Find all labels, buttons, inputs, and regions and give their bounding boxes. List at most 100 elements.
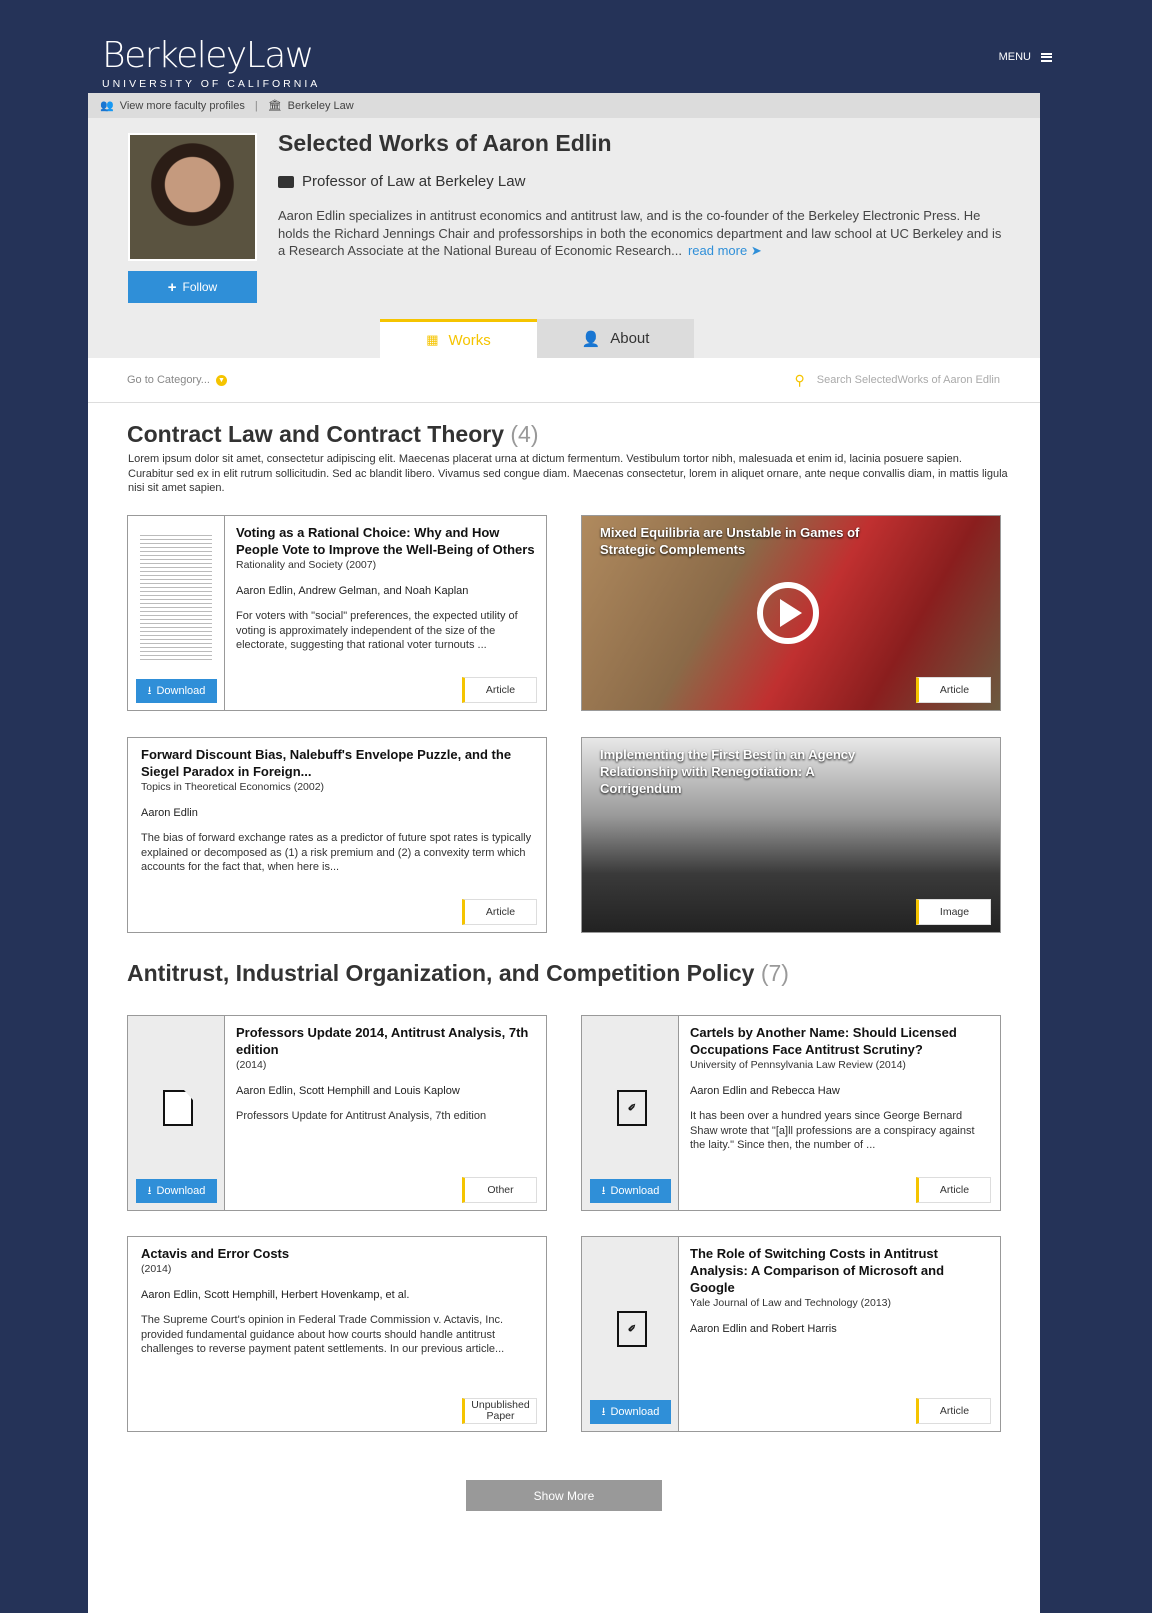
chevron-down-icon: ▼ [215,374,227,386]
work-description: The Supreme Court's opinion in Federal T… [141,1314,505,1355]
work-venue: Rationality and Society (2007) [236,559,377,571]
work-details: The Role of Switching Costs in Antitrust… [690,1245,990,1335]
tab-about[interactable]: 👤 About [537,319,694,358]
section-description: Lorem ipsum dolor sit amet, consectetur … [128,453,1008,494]
download-button[interactable]: ⭳ Download [590,1179,671,1203]
file-icon [163,1090,193,1126]
section-count: (4) [510,421,539,447]
work-card[interactable]: ⭳ Download Voting as a Rational Choice: Wh… [127,515,547,711]
arrow-right-icon: ➤ [750,243,762,258]
work-type-badge[interactable]: Article [916,677,991,703]
briefcase-icon [278,175,294,188]
work-authors: Aaron Edlin and Rebecca Haw [690,1085,840,1097]
work-authors: Aaron Edlin, Scott Hemphill and Louis Ka… [236,1085,460,1097]
work-title[interactable]: Implementing the First Best in an Agency… [600,746,880,797]
work-type-badge[interactable]: Article [916,1398,991,1424]
work-details: Cartels by Another Name: Should Licensed… [690,1024,990,1153]
download-label: Download [156,685,206,697]
download-button[interactable]: ⭳ Download [590,1400,671,1424]
work-card[interactable]: Implementing the First Best in an Agency… [581,737,1001,933]
institution-icon: 🏛 [267,100,282,112]
play-icon[interactable] [757,582,819,644]
work-card[interactable]: Forward Discount Bias, Nalebuff's Envelo… [127,737,547,933]
category-label: Go to Category... [127,374,210,386]
download-button[interactable]: ⭳ Download [136,679,217,703]
menu-button[interactable]: MENU [999,51,1052,63]
download-label: Download [610,1185,660,1197]
users-icon: 👥 [100,100,114,112]
section-title-text: Contract Law and Contract Theory [127,421,504,447]
search-icon: ⚲ [794,371,805,388]
follow-button[interactable]: + Follow [128,271,257,303]
bio-text: Aaron Edlin specializes in antitrust eco… [278,208,1002,258]
work-description: Professors Update for Antitrust Analysis… [236,1110,487,1122]
faculty-profiles-link[interactable]: View more faculty profiles [120,100,245,112]
work-thumbnail: ✐ ⭳ Download [582,1237,679,1431]
work-type-badge[interactable]: Article [462,677,537,703]
download-icon: ⭳ [601,1184,606,1197]
work-title[interactable]: The Role of Switching Costs in Antitrust… [690,1245,990,1296]
work-thumbnail: ⭳ Download [128,516,225,710]
work-type-badge[interactable]: Other [462,1177,537,1203]
work-description: The bias of forward exchange rates as a … [141,832,532,873]
work-description: It has been over a hundred years since G… [690,1110,975,1151]
section-title-text: Antitrust, Industrial Organization, and … [127,960,755,986]
pdf-file-icon: ✐ [617,1090,647,1126]
work-title[interactable]: Professors Update 2014, Antitrust Analys… [236,1024,536,1058]
user-icon: 👤 [581,330,601,348]
work-authors: Aaron Edlin and Robert Harris [690,1323,837,1335]
breadcrumb: 👥 View more faculty profiles | 🏛 Berkele… [88,93,1040,118]
work-card[interactable]: Actavis and Error Costs (2014) Aaron Edlin… [127,1236,547,1432]
plus-icon: + [167,278,177,296]
work-type-badge[interactable]: Article [916,1177,991,1203]
read-more-label: read more [687,243,748,258]
download-button[interactable]: ⭳ Download [136,1179,217,1203]
top-bar: BerkeleyLaw UNIVERSITY OF CALIFORNIA MEN… [0,0,1152,93]
work-title[interactable]: Forward Discount Bias, Nalebuff's Envelo… [141,746,536,780]
show-more-button[interactable]: Show More [466,1480,662,1511]
work-card[interactable]: Mixed Equilibria are Unstable in Games o… [581,515,1001,711]
work-venue: (2014) [141,1263,172,1275]
work-title[interactable]: Cartels by Another Name: Should Licensed… [690,1024,990,1058]
position-text: Professor of Law at Berkeley Law [302,173,526,190]
section-title: Antitrust, Industrial Organization, and … [127,960,789,987]
category-dropdown[interactable]: Go to Category... ▼ [127,374,227,386]
work-thumbnail: ✐ ⭳ Download [582,1016,679,1210]
work-authors: Aaron Edlin [141,807,198,819]
read-more-link[interactable]: read more ➤ [688,243,762,258]
follow-label: Follow [182,280,218,294]
work-title[interactable]: Actavis and Error Costs [141,1245,536,1262]
download-label: Download [610,1406,660,1418]
work-title[interactable]: Voting as a Rational Choice: Why and How… [236,524,536,558]
search-input[interactable]: ⚲ Search SelectedWorks of Aaron Edlin [795,372,1001,389]
profile-position: Professor of Law at Berkeley Law [278,173,525,190]
hamburger-icon [1041,52,1052,62]
berkeley-law-link[interactable]: Berkeley Law [288,100,354,112]
berkeley-law-logo[interactable]: BerkeleyLaw UNIVERSITY OF CALIFORNIA [102,38,321,91]
work-thumbnail: ⭳ Download [128,1016,225,1210]
menu-label: MENU [998,51,1031,63]
work-type-badge[interactable]: Unpublished Paper [462,1398,537,1424]
search-placeholder: Search SelectedWorks of Aaron Edlin [816,374,1000,386]
profile-photo [128,133,257,261]
filter-bar: Go to Category... ▼ ⚲ Search SelectedWorks… [88,358,1040,403]
work-title[interactable]: Mixed Equilibria are Unstable in Games o… [600,524,880,558]
work-card[interactable]: ⭳ Download Professors Update 2014, Antitru… [127,1015,547,1211]
tab-about-label: About [610,330,650,347]
work-details: Professors Update 2014, Antitrust Analys… [236,1024,536,1124]
logo-subtext: UNIVERSITY OF CALIFORNIA [102,78,321,90]
profile-bio: Aaron Edlin specializes in antitrust eco… [278,207,1008,260]
download-icon: ⭳ [601,1405,606,1418]
work-card[interactable]: ✐ ⭳ Download The Role of Switching Costs in… [581,1236,1001,1432]
breadcrumb-separator: | [254,99,258,112]
work-type-badge[interactable]: Article [462,899,537,925]
work-details: Forward Discount Bias, Nalebuff's Envelo… [141,746,536,875]
tab-works[interactable]: ▦ Works [380,319,537,358]
main-panel: 👥 View more faculty profiles | 🏛 Berkele… [88,93,1040,1613]
work-card[interactable]: ✐ ⭳ Download Cartels by Another Name: Shoul… [581,1015,1001,1211]
page-title: Selected Works of Aaron Edlin [278,130,612,156]
download-icon: ⭳ [147,684,152,697]
work-details: Actavis and Error Costs (2014) Aaron Edlin… [141,1245,536,1357]
work-type-badge[interactable]: Image [916,899,991,925]
grid-icon: ▦ [426,332,439,347]
